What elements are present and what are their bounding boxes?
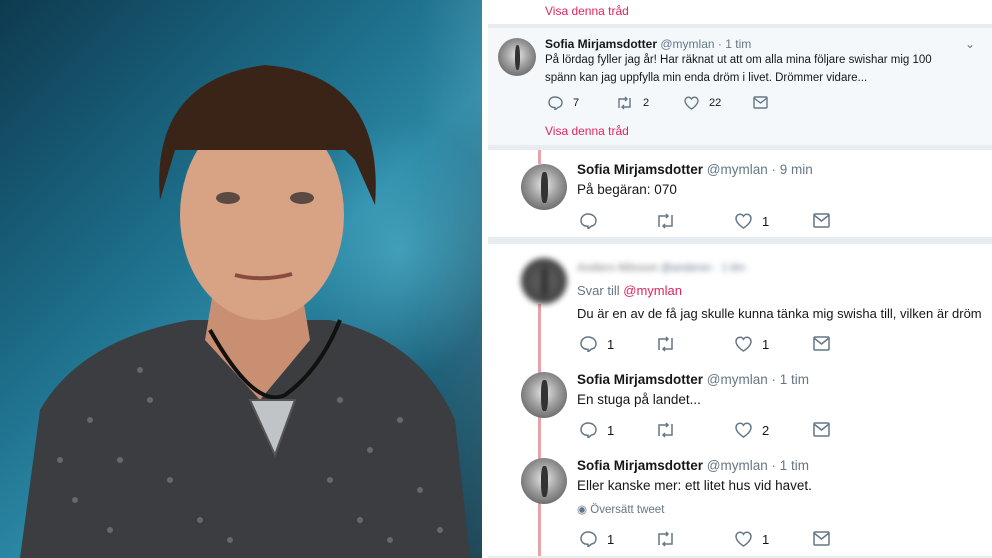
tweet-text-line-2: spänn kan jag uppfylla min enda dröm i l… [545, 72, 868, 84]
retweet-icon [618, 96, 631, 110]
reply-context: Svar till @mymlan [577, 283, 682, 298]
avatar[interactable] [521, 458, 567, 504]
reply-count: 1 [607, 336, 615, 352]
avatar[interactable] [521, 372, 567, 418]
reply-icon [580, 213, 597, 229]
mail-icon [813, 531, 830, 546]
message-button[interactable] [813, 336, 830, 351]
retweet-button[interactable] [656, 336, 675, 352]
tweet-time[interactable]: · 9 min [772, 162, 813, 177]
like-button[interactable]: 1 [735, 213, 769, 229]
thread-line [538, 416, 541, 462]
heart-icon [684, 96, 699, 110]
translate-tweet-link[interactable]: ◉ Översätt tweet [577, 502, 664, 516]
globe-icon: ◉ [577, 504, 588, 516]
message-button[interactable] [813, 213, 830, 228]
like-button[interactable]: 2 [735, 422, 769, 438]
tweet-text: Du är en av de få jag skulle kunna tänka… [577, 306, 982, 321]
thread-line [538, 304, 541, 376]
author-handle: @mymlan [706, 458, 768, 473]
tweet-time[interactable]: · 1 tim [715, 262, 746, 274]
reply-button[interactable]: 7 [548, 96, 579, 110]
author-handle: @andersn [660, 262, 712, 274]
tweet-replies[interactable]: Anders Nilsson @andersn · 1 tim Svar til… [488, 244, 992, 556]
like-count: 1 [762, 213, 770, 229]
like-button[interactable]: 22 [684, 96, 721, 110]
tweet-text: Eller kanske mer: ett litet hus vid have… [577, 478, 812, 493]
like-count: 1 [762, 336, 770, 352]
reply-count: 7 [573, 97, 580, 109]
chevron-down-icon[interactable]: ⌄ [965, 37, 975, 51]
reply-icon [580, 336, 597, 352]
author-handle: @mymlan [706, 372, 768, 387]
tweet-feed[interactable]: Visa denna tråd Sofia Mirjamsdotter @mym… [488, 0, 992, 558]
message-button[interactable] [753, 96, 768, 109]
show-thread-link[interactable]: Visa denna tråd [545, 124, 629, 138]
tweet-author[interactable]: Anders Nilsson @andersn · 1 tim [577, 262, 745, 274]
tweet-main[interactable]: Sofia Mirjamsdotter @mymlan · 1 tim ⌄ På… [488, 28, 992, 145]
avatar[interactable] [521, 258, 567, 304]
reply-to-link[interactable]: @mymlan [623, 283, 682, 298]
tweet-author[interactable]: Sofia Mirjamsdotter @mymlan · 9 min [577, 162, 813, 177]
retweet-button[interactable] [656, 531, 675, 547]
avatar[interactable] [521, 164, 567, 210]
person-illustration [20, 65, 470, 558]
like-count: 22 [709, 97, 722, 109]
retweet-count: 2 [643, 97, 650, 109]
tweet-author[interactable]: Sofia Mirjamsdotter @mymlan · 1 tim [545, 37, 751, 51]
heart-icon [735, 531, 752, 547]
reply-count: 1 [607, 531, 615, 547]
heart-icon [735, 422, 752, 438]
tweet-author[interactable]: Sofia Mirjamsdotter @mymlan · 1 tim [577, 458, 809, 473]
thread-line [538, 502, 541, 556]
reply-count: 1 [607, 422, 615, 438]
message-button[interactable] [813, 422, 830, 437]
mail-icon [813, 422, 830, 437]
heart-icon [735, 213, 752, 229]
reply-icon [580, 531, 597, 547]
mail-icon [753, 96, 768, 109]
tweet-time[interactable]: · 1 tim [718, 37, 751, 51]
like-count: 2 [762, 422, 770, 438]
tweet-previous[interactable]: Visa denna tråd [488, 0, 992, 24]
tweet-reply-1[interactable]: Sofia Mirjamsdotter @mymlan · 9 min På b… [488, 150, 992, 237]
like-button[interactable]: 1 [735, 531, 769, 547]
tweet-text: En stuga på landet... [577, 392, 701, 407]
author-handle: @mymlan [660, 37, 715, 51]
reply-button[interactable]: 1 [580, 336, 614, 352]
retweet-icon [658, 213, 673, 229]
retweet-icon [658, 336, 673, 352]
tweet-time[interactable]: · 1 tim [772, 372, 810, 387]
tweet-text-line-1: På lördag fyller jag år! Har räknat ut a… [545, 54, 932, 66]
mail-icon [813, 213, 830, 228]
like-button[interactable]: 1 [735, 336, 769, 352]
retweet-icon [658, 531, 673, 547]
mail-icon [813, 336, 830, 351]
author-handle: @mymlan [706, 162, 768, 177]
like-count: 1 [762, 531, 770, 547]
heart-icon [735, 336, 752, 352]
thread-line [538, 150, 541, 164]
tweet-time[interactable]: · 1 tim [772, 458, 810, 473]
retweet-button[interactable]: 2 [616, 96, 649, 110]
avatar[interactable] [498, 38, 536, 76]
reply-button[interactable] [580, 213, 597, 229]
reply-button[interactable]: 1 [580, 531, 614, 547]
tweet-text: På begäran: 070 [577, 182, 677, 197]
retweet-button[interactable] [656, 422, 675, 438]
show-thread-link[interactable]: Visa denna tråd [545, 4, 629, 18]
retweet-icon [658, 422, 673, 438]
reply-button[interactable]: 1 [580, 422, 614, 438]
news-photo [0, 0, 482, 558]
reply-icon [580, 422, 597, 438]
tweet-author[interactable]: Sofia Mirjamsdotter @mymlan · 1 tim [577, 372, 809, 387]
message-button[interactable] [813, 531, 830, 546]
reply-icon [548, 96, 563, 110]
retweet-button[interactable] [656, 213, 675, 229]
